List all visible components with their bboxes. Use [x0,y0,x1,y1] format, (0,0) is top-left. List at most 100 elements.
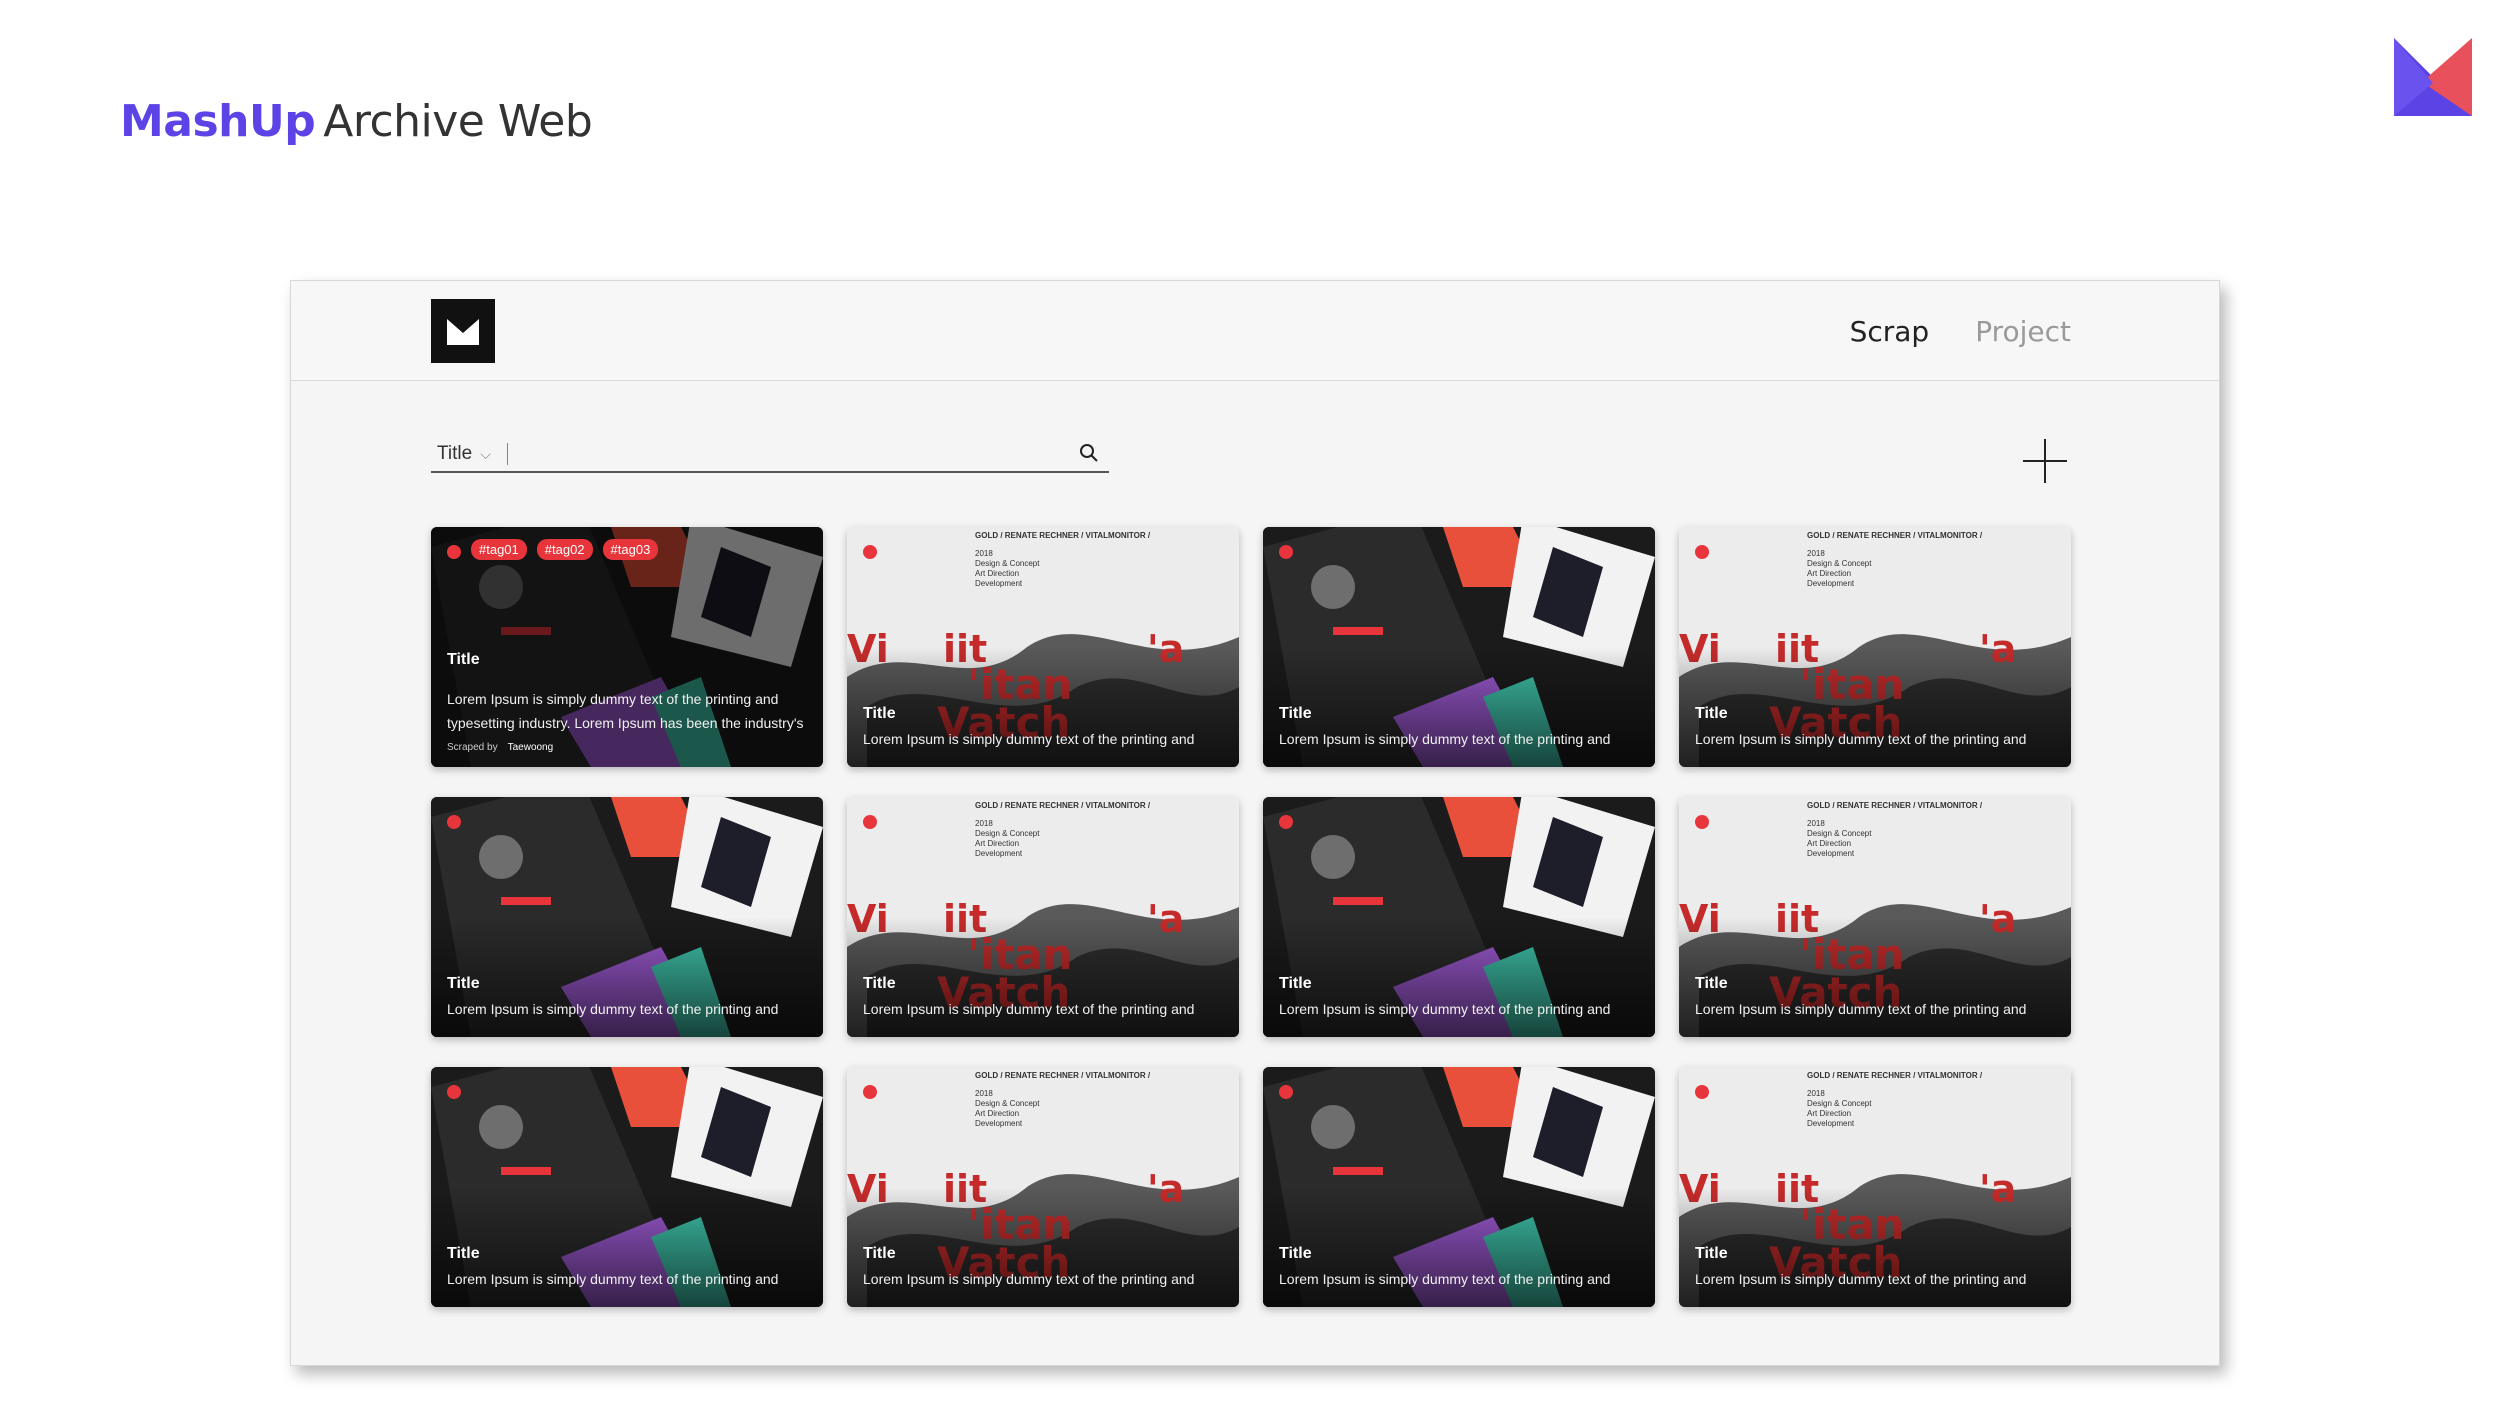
project-meta-line: Development [975,579,1023,588]
card-title: Title [1279,975,1312,992]
status-dot [1695,815,1709,829]
card-overlay [1679,647,2071,767]
project-meta-line: Design & Concept [975,1099,1040,1108]
status-dot [447,815,461,829]
card-description: Lorem Ipsum is simply dummy text of the … [447,1271,779,1287]
search-input[interactable] [515,439,1055,471]
search-bar: Title ⌵ [431,439,1109,473]
project-meta-line: Art Direction [975,839,1020,848]
card-overlay [847,917,1239,1037]
scrap-card[interactable]: Title Lorem Ipsum is simply dummy text of… [431,1067,823,1307]
project-meta: GOLD / RENATE RECHNER / VITALMONITOR / 2… [1807,801,1982,859]
card-title: Title [1279,1245,1312,1262]
slide-title-rest: Archive Web [323,96,593,147]
status-dot [1695,1085,1709,1099]
project-meta-line: Design & Concept [1807,559,1872,568]
byline-label: Scraped by [447,742,498,753]
card-overlay [1263,917,1655,1037]
tag-badge[interactable]: #tag02 [536,539,593,560]
card-overlay [847,1187,1239,1307]
tag-badge[interactable]: #tag01 [471,539,527,560]
tag-badge[interactable]: #tag03 [602,539,659,560]
card-title: Title [447,651,480,668]
slide-title: MashUp Archive Web [120,96,593,147]
card-byline: Scraped by Taewoong [447,742,553,753]
scrap-card[interactable]: Vi iit 'a 'itan Vatch GOLD / RENATE RECH… [847,1067,1239,1307]
project-meta-line: 2018 [975,1089,993,1098]
search-filter-value: Title [437,443,473,464]
status-dot [863,545,877,559]
scrap-card[interactable]: Title Lorem Ipsum is simply dummy text of… [1263,797,1655,1037]
card-description: Lorem Ipsum is simply dummy text of the … [863,1271,1195,1287]
project-meta-line: GOLD / RENATE RECHNER / VITALMONITOR / [1807,531,1983,540]
project-meta-line: Development [1807,1119,1855,1128]
byline-author[interactable]: Taewoong [508,742,554,753]
project-meta: GOLD / RENATE RECHNER / VITALMONITOR / 2… [975,801,1150,859]
card-description: Lorem Ipsum is simply dummy text of the … [1695,1001,2027,1017]
card-title: Title [863,975,896,992]
chevron-down-icon: ⌵ [480,445,491,462]
project-meta: GOLD / RENATE RECHNER / VITALMONITOR / 2… [975,531,1150,589]
scrap-card[interactable]: Title Lorem Ipsum is simply dummy text of… [1263,527,1655,767]
scrap-card[interactable]: #tag01 #tag02 #tag03 Title Lorem Ipsum is si… [431,527,823,767]
card-title: Title [1695,975,1728,992]
search-filter-select[interactable]: Title ⌵ [437,443,491,465]
project-meta-line: Art Direction [1807,569,1852,578]
scrap-card[interactable]: Vi iit 'a 'itan Vatch GOLD / RENATE RECH… [847,797,1239,1037]
project-meta: GOLD / RENATE RECHNER / VITALMONITOR / 2… [975,1071,1150,1129]
project-meta: GOLD / RENATE RECHNER / VITALMONITOR / 2… [1807,1071,1982,1129]
tag-list: #tag01 #tag02 #tag03 [471,539,659,560]
card-description: Lorem Ipsum is simply dummy text of the … [863,731,1195,747]
scrap-card[interactable]: Vi iit 'a 'itan Vatch GOLD / RENATE RECH… [1679,1067,2071,1307]
scrap-card[interactable]: Vi iit 'a 'itan Vatch GOLD / RENATE RECH… [847,527,1239,767]
card-description: Lorem Ipsum is simply dummy text of the … [1695,1271,2027,1287]
status-dot [863,1085,877,1099]
card-description: Lorem Ipsum is simply dummy text of the … [1279,1001,1611,1017]
card-overlay [1679,1187,2071,1307]
project-meta-line: Development [1807,579,1855,588]
project-meta-line: Art Direction [975,1109,1020,1118]
search-icon[interactable] [1077,441,1101,465]
project-meta-line: 2018 [1807,819,1825,828]
scrap-card-grid: #tag01 #tag02 #tag03 Title Lorem Ipsum is si… [431,527,2083,1307]
project-meta-line: Design & Concept [1807,829,1872,838]
project-meta: GOLD / RENATE RECHNER / VITALMONITOR / 2… [1807,531,1982,589]
text-cursor [507,443,508,465]
slide-title-brand: MashUp [120,96,316,147]
card-title: Title [863,1245,896,1262]
status-dot [447,1085,461,1099]
status-dot [863,815,877,829]
add-scrap-button[interactable] [2021,437,2069,485]
mashup-m-logo-icon[interactable] [431,299,495,363]
card-title: Title [447,975,480,992]
card-title: Title [1695,705,1728,722]
project-meta-line: 2018 [1807,1089,1825,1098]
card-overlay [847,647,1239,767]
scrap-card[interactable]: Title Lorem Ipsum is simply dummy text of… [1263,1067,1655,1307]
card-overlay [431,917,823,1037]
project-meta-line: Development [1807,849,1855,858]
scrap-card[interactable]: Vi iit 'a 'itan Vatch GOLD / RENATE RECH… [1679,797,2071,1037]
card-description: Lorem Ipsum is simply dummy text of the … [1695,731,2027,747]
project-meta-line: 2018 [1807,549,1825,558]
project-meta-line: GOLD / RENATE RECHNER / VITALMONITOR / [1807,801,1983,810]
scrap-card[interactable]: Title Lorem Ipsum is simply dummy text of… [431,797,823,1037]
card-title: Title [447,1245,480,1262]
project-meta-line: Art Direction [1807,839,1852,848]
project-meta-line: 2018 [975,549,993,558]
scrap-card[interactable]: Vi iit 'a 'itan Vatch GOLD / RENATE RECH… [1679,527,2071,767]
project-meta-line: Art Direction [975,569,1020,578]
status-dot [447,545,461,559]
status-dot [1695,545,1709,559]
project-meta-line: Design & Concept [1807,1099,1872,1108]
card-overlay [1263,647,1655,767]
nav-scrap[interactable]: Scrap [1850,315,1930,348]
project-meta-line: Development [975,849,1023,858]
app-window: Scrap Project Title ⌵ #tag01 #tag02 #tag03… [290,280,2220,1366]
project-meta-line: Art Direction [1807,1109,1852,1118]
card-overlay [1263,1187,1655,1307]
nav-project[interactable]: Project [1975,315,2071,348]
project-meta-line: GOLD / RENATE RECHNER / VITALMONITOR / [975,1071,1151,1080]
project-meta-line: GOLD / RENATE RECHNER / VITALMONITOR / [975,531,1151,540]
main-nav: Scrap Project [1850,315,2071,348]
